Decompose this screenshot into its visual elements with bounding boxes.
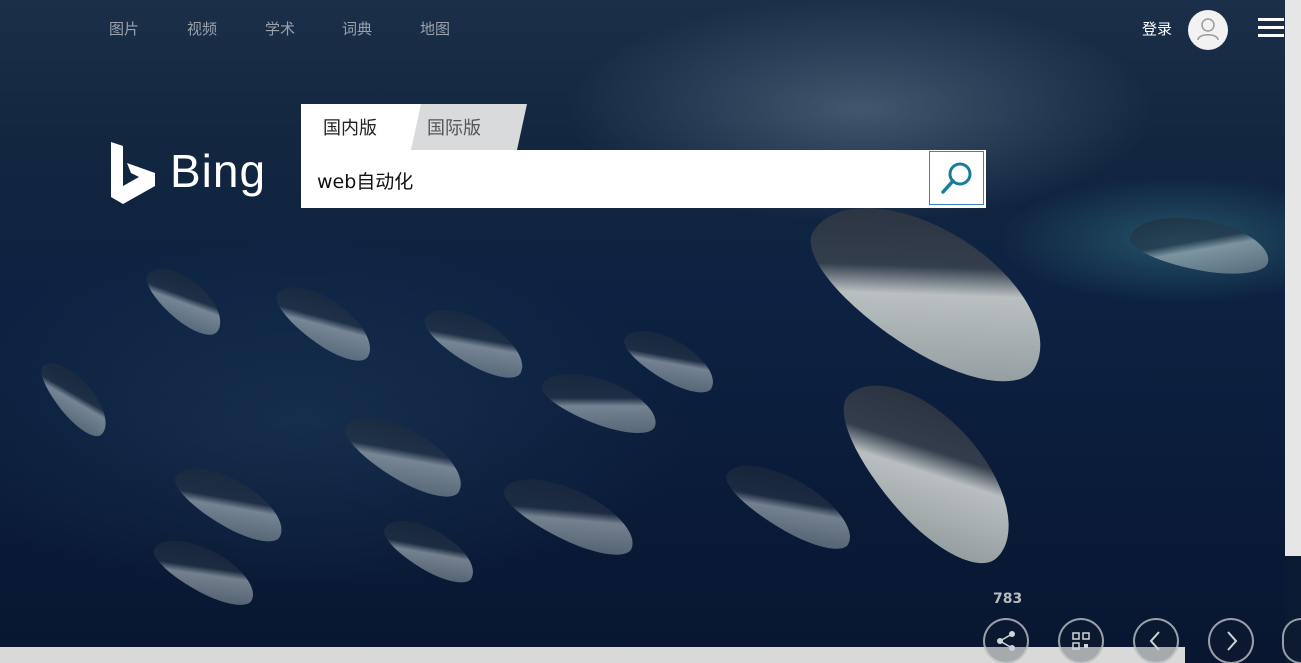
penguin-image xyxy=(536,360,664,444)
nav-link-dictionary[interactable]: 词典 xyxy=(342,18,372,39)
next-image-button[interactable] xyxy=(1208,618,1254,663)
search-icon xyxy=(941,162,972,194)
penguin-image xyxy=(376,507,484,593)
top-navigation: 图片 视频 学术 词典 地图 登录 xyxy=(0,0,1285,56)
penguin-image xyxy=(716,448,864,562)
nav-link-videos[interactable]: 视频 xyxy=(187,18,217,39)
tab-international[interactable]: 国际版 xyxy=(405,104,527,150)
image-counter: 783 xyxy=(993,591,1023,607)
chevron-right-icon xyxy=(1227,631,1238,651)
search-input[interactable] xyxy=(315,162,919,198)
search-button[interactable] xyxy=(929,151,984,205)
penguin-image xyxy=(267,272,383,372)
penguin-image xyxy=(616,317,724,403)
penguin-image xyxy=(819,354,1041,586)
nav-link-academic[interactable]: 学术 xyxy=(265,18,295,39)
qr-code-button[interactable] xyxy=(1058,618,1104,663)
penguin-image xyxy=(1126,208,1274,282)
qr-code-icon xyxy=(1072,632,1090,650)
logo-text: Bing xyxy=(170,145,267,197)
chevron-left-icon xyxy=(1149,631,1160,651)
more-button[interactable] xyxy=(1282,618,1301,663)
login-link[interactable]: 登录 xyxy=(1142,18,1172,39)
tab-domestic[interactable]: 国内版 xyxy=(301,104,421,150)
background-image xyxy=(0,0,1285,663)
penguin-image xyxy=(416,295,534,389)
bing-logo[interactable]: Bing xyxy=(108,140,278,210)
tab-label: 国内版 xyxy=(323,118,377,139)
avatar[interactable] xyxy=(1188,10,1228,50)
penguin-image xyxy=(146,526,264,616)
penguin-image xyxy=(137,255,233,345)
previous-image-button[interactable] xyxy=(1133,618,1179,663)
share-icon xyxy=(997,631,1015,651)
share-button[interactable] xyxy=(983,618,1029,663)
penguin-image xyxy=(32,351,118,445)
tab-label: 国际版 xyxy=(427,118,481,139)
penguin-image xyxy=(166,453,294,553)
user-icon xyxy=(1197,18,1219,41)
bing-logo-icon xyxy=(111,142,155,204)
scrollbar-track[interactable] xyxy=(1285,0,1301,556)
penguin-image xyxy=(336,400,474,510)
nav-link-maps[interactable]: 地图 xyxy=(420,18,450,39)
menu-icon[interactable] xyxy=(1258,18,1284,40)
search-box xyxy=(301,150,986,208)
penguin-image xyxy=(495,462,645,568)
nav-link-images[interactable]: 图片 xyxy=(109,18,139,39)
